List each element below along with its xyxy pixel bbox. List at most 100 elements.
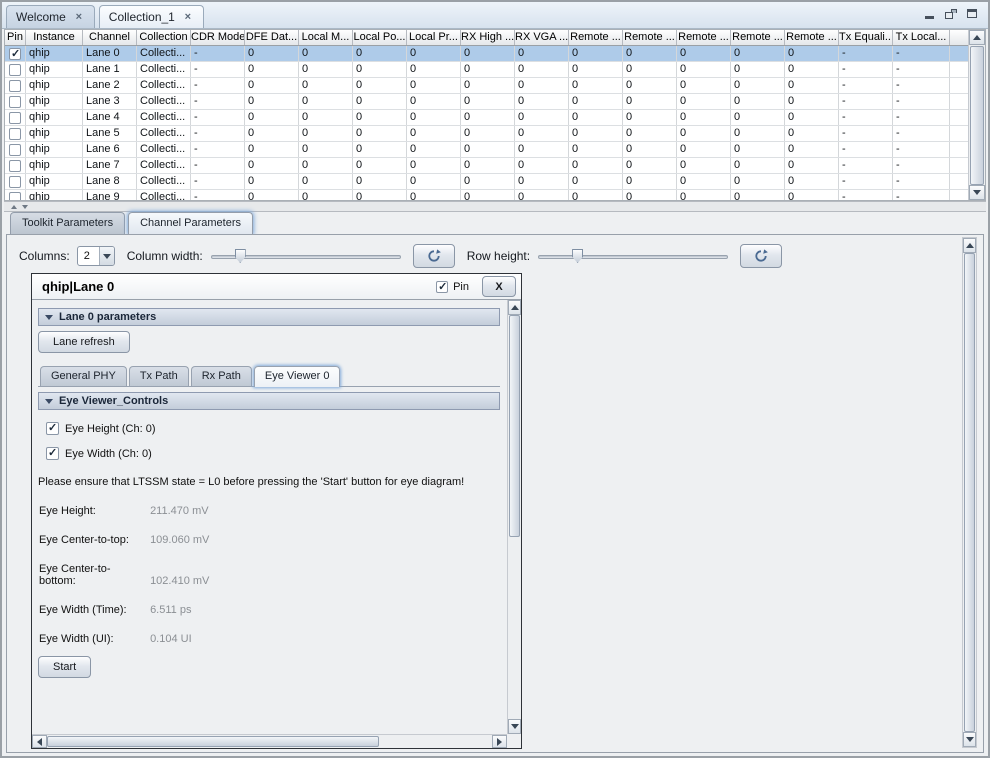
splitter-collapse-up-icon[interactable] <box>11 205 17 209</box>
table-cell[interactable]: Lane 4 <box>83 110 137 125</box>
column-header[interactable]: Collection <box>137 30 191 45</box>
minimize-icon[interactable] <box>924 9 936 19</box>
table-cell[interactable]: - <box>839 110 893 125</box>
table-cell[interactable]: 0 <box>623 126 677 141</box>
table-cell[interactable]: 0 <box>515 174 569 189</box>
table-cell[interactable]: 0 <box>245 94 299 109</box>
column-header[interactable]: Remote ... <box>731 30 785 45</box>
scroll-right-arrow[interactable] <box>492 735 507 748</box>
table-cell[interactable]: 0 <box>569 94 623 109</box>
table-cell[interactable]: 0 <box>461 46 515 61</box>
table-row[interactable]: qhipLane 0Collecti...-00000000000-- <box>5 46 968 62</box>
table-cell[interactable]: 0 <box>569 110 623 125</box>
pin-checkbox[interactable] <box>436 281 448 293</box>
table-cell[interactable]: 0 <box>353 46 407 61</box>
table-cell[interactable]: Collecti... <box>137 46 191 61</box>
table-cell[interactable]: 0 <box>407 62 461 77</box>
table-cell[interactable]: 0 <box>299 110 353 125</box>
column-width-slider[interactable] <box>211 248 401 264</box>
table-cell[interactable]: 0 <box>569 78 623 93</box>
scroll-up-arrow[interactable] <box>508 300 521 315</box>
row-pin-checkbox[interactable] <box>9 48 21 60</box>
table-cell[interactable]: 0 <box>785 142 839 157</box>
table-cell[interactable]: 0 <box>461 62 515 77</box>
table-row[interactable]: qhipLane 7Collecti...-00000000000-- <box>5 158 968 174</box>
row-pin-checkbox[interactable] <box>9 80 21 92</box>
table-cell[interactable]: - <box>893 142 950 157</box>
splitter-collapse-down-icon[interactable] <box>22 205 28 209</box>
table-cell[interactable]: Lane 1 <box>83 62 137 77</box>
table-cell[interactable]: 0 <box>515 142 569 157</box>
table-cell[interactable]: 0 <box>623 110 677 125</box>
maximize-icon[interactable] <box>966 9 978 19</box>
table-cell[interactable]: - <box>839 174 893 189</box>
table-cell[interactable]: 0 <box>731 94 785 109</box>
table-row[interactable]: qhipLane 4Collecti...-00000000000-- <box>5 110 968 126</box>
table-cell[interactable]: 0 <box>353 190 407 201</box>
table-cell[interactable]: - <box>191 126 245 141</box>
column-header[interactable]: Tx Local... <box>893 30 950 45</box>
table-cell[interactable]: 0 <box>407 142 461 157</box>
table-cell[interactable]: - <box>839 190 893 201</box>
lane-parameters-section-header[interactable]: Lane 0 parameters <box>38 308 500 326</box>
table-cell[interactable]: 0 <box>785 174 839 189</box>
table-row[interactable]: qhipLane 8Collecti...-00000000000-- <box>5 174 968 190</box>
table-cell[interactable]: - <box>893 62 950 77</box>
table-cell[interactable]: 0 <box>677 46 731 61</box>
table-cell[interactable]: 0 <box>245 190 299 201</box>
table-cell[interactable]: Lane 0 <box>83 46 137 61</box>
column-header[interactable]: Local M... <box>299 30 353 45</box>
column-header[interactable]: Remote ... <box>569 30 623 45</box>
table-cell[interactable]: 0 <box>245 62 299 77</box>
horizontal-splitter[interactable] <box>4 201 986 212</box>
table-cell[interactable]: 0 <box>569 174 623 189</box>
table-cell[interactable]: 0 <box>515 126 569 141</box>
scroll-thumb[interactable] <box>509 315 520 537</box>
table-cell[interactable]: qhip <box>26 190 83 201</box>
table-cell[interactable]: - <box>839 78 893 93</box>
table-cell[interactable]: 0 <box>353 62 407 77</box>
card-horizontal-scrollbar[interactable] <box>32 734 507 748</box>
table-cell[interactable]: 0 <box>245 142 299 157</box>
table-cell[interactable]: 0 <box>299 174 353 189</box>
table-cell[interactable]: - <box>893 110 950 125</box>
column-header[interactable]: RX VGA ... <box>515 30 569 45</box>
pin-toggle[interactable]: Pin <box>436 281 469 293</box>
table-row[interactable]: qhipLane 2Collecti...-00000000000-- <box>5 78 968 94</box>
table-cell[interactable]: 0 <box>731 174 785 189</box>
table-cell[interactable]: 0 <box>353 158 407 173</box>
table-cell[interactable]: 0 <box>677 126 731 141</box>
table-cell[interactable]: 0 <box>677 174 731 189</box>
table-cell[interactable]: - <box>893 78 950 93</box>
scroll-thumb[interactable] <box>970 46 984 185</box>
table-cell[interactable]: 0 <box>461 94 515 109</box>
tab-eye-viewer-0[interactable]: Eye Viewer 0 <box>254 366 341 387</box>
lane-refresh-button[interactable]: Lane refresh <box>38 331 130 353</box>
float-icon[interactable] <box>945 9 957 19</box>
close-icon[interactable]: × <box>182 11 194 23</box>
table-cell[interactable]: qhip <box>26 94 83 109</box>
scroll-down-arrow[interactable] <box>969 185 985 200</box>
table-cell[interactable]: Collecti... <box>137 94 191 109</box>
scroll-thumb[interactable] <box>47 736 379 747</box>
table-cell[interactable]: Lane 6 <box>83 142 137 157</box>
scroll-down-arrow[interactable] <box>963 732 976 747</box>
table-cell[interactable]: 0 <box>623 78 677 93</box>
row-pin-checkbox[interactable] <box>9 192 21 202</box>
tab-channel-parameters[interactable]: Channel Parameters <box>128 212 253 234</box>
table-cell[interactable]: 0 <box>461 174 515 189</box>
table-cell[interactable]: Collecti... <box>137 62 191 77</box>
table-cell[interactable]: - <box>893 190 950 201</box>
table-cell[interactable]: 0 <box>461 142 515 157</box>
table-cell[interactable]: qhip <box>26 174 83 189</box>
table-cell[interactable]: - <box>839 94 893 109</box>
row-pin-checkbox[interactable] <box>9 128 21 140</box>
table-cell[interactable]: - <box>839 62 893 77</box>
column-width-refresh-button[interactable] <box>413 244 455 268</box>
table-cell[interactable]: 0 <box>461 110 515 125</box>
table-row[interactable]: qhipLane 6Collecti...-00000000000-- <box>5 142 968 158</box>
eye-height-checkbox[interactable] <box>46 422 59 435</box>
table-cell[interactable]: - <box>839 46 893 61</box>
table-cell[interactable]: 0 <box>731 158 785 173</box>
table-cell[interactable]: 0 <box>677 142 731 157</box>
